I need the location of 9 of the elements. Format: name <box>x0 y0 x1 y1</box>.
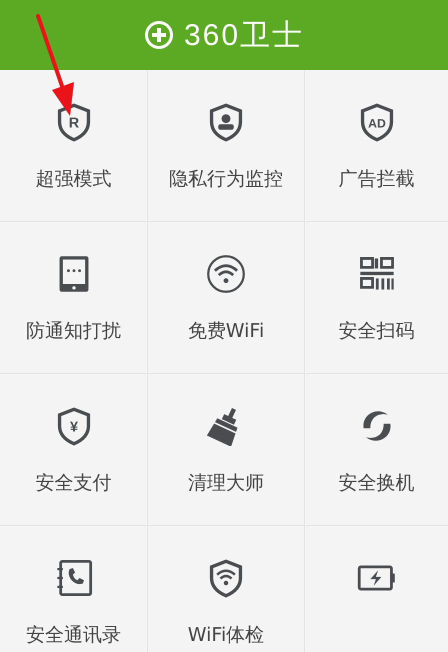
app-logo-text: 360卫士 <box>184 18 304 54</box>
feature-tile[interactable]: 免费WiFi <box>148 222 305 374</box>
feature-tile[interactable]: R 超强模式 <box>0 70 148 222</box>
feature-tile[interactable]: 清理大师 <box>148 374 305 526</box>
feature-tile[interactable]: ¥ 安全支付 <box>0 374 148 526</box>
wifi-icon <box>206 254 246 294</box>
feature-tile[interactable]: 防通知打扰 <box>0 222 148 374</box>
plus-circle-icon <box>144 20 174 50</box>
feature-tile[interactable]: 隐私行为监控 <box>148 70 305 222</box>
